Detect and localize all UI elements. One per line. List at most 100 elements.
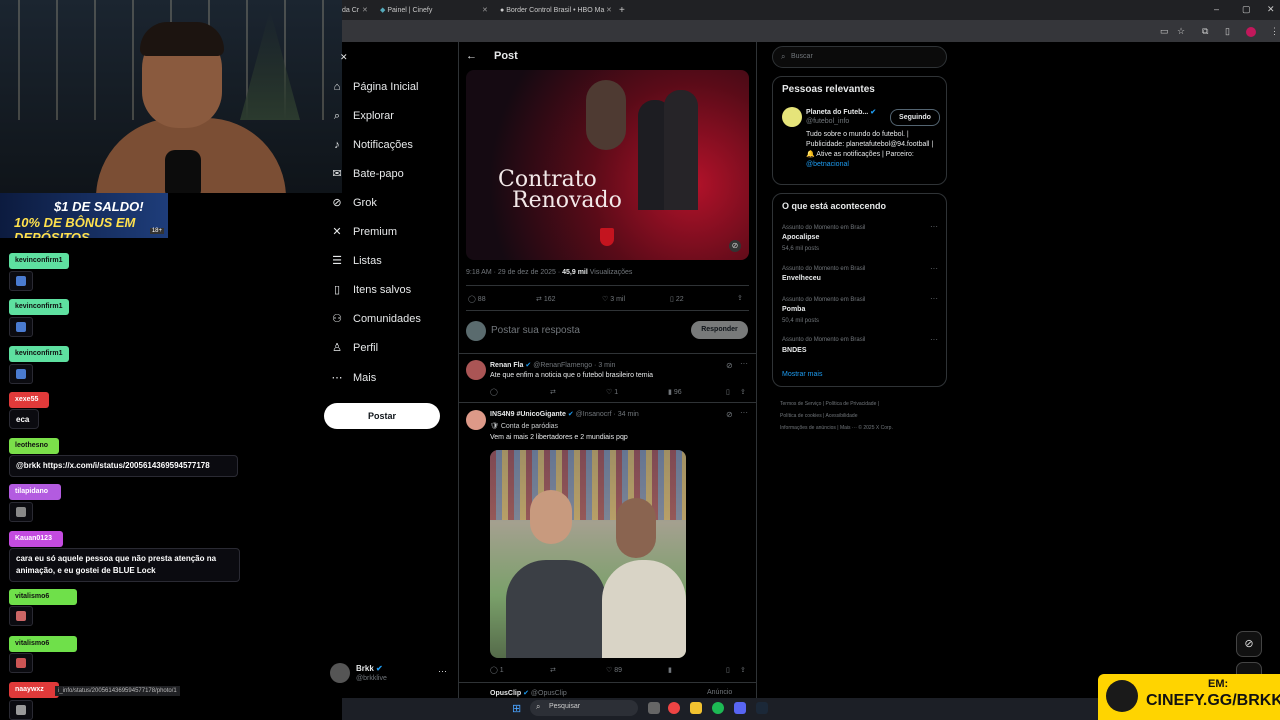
more-options-icon[interactable]: ··· (740, 408, 748, 417)
reply-image[interactable] (490, 450, 686, 658)
share-icon[interactable]: ⇪ (740, 388, 746, 396)
maximize-button[interactable]: ▢ (1242, 4, 1251, 15)
like-action[interactable]: ♡ 1 (606, 388, 618, 396)
like-action[interactable]: ♡ 89 (606, 666, 622, 674)
reply-button[interactable]: Responder (691, 321, 748, 339)
nav-item-home[interactable]: ⌂ Página Inicial (330, 77, 419, 97)
sidebar-icon[interactable]: ▯ (1225, 26, 1230, 37)
nav-item-communities[interactable]: ⚇ Comunidades (330, 309, 421, 329)
tab-close-icon[interactable]: ✕ (482, 3, 490, 18)
nav-item-premium[interactable]: ✕ Premium (330, 222, 397, 242)
more-options-icon[interactable]: ··· (930, 264, 938, 273)
account-handle: @brkklive (356, 675, 387, 682)
footer-link[interactable]: Política de cookies (780, 413, 822, 419)
nav-item-explore[interactable]: ⌕ Explorar (330, 106, 394, 126)
discord-icon[interactable] (734, 702, 746, 714)
footer-link[interactable]: Acessibilidade (826, 413, 858, 419)
reply-action[interactable]: ◯ 88 (468, 295, 486, 303)
nav-item-more[interactable]: ⋯ Mais (330, 368, 377, 388)
trend-title[interactable]: BNDES (782, 347, 807, 354)
reply-author[interactable]: INS4N9 #UnicoGigante ✔ @Insanocrf · 34 m… (490, 410, 639, 418)
bookmark-icon[interactable]: ▯ (726, 388, 730, 396)
more-options-icon[interactable]: ··· (930, 335, 938, 344)
photo-person (586, 80, 626, 150)
nav-item-lists[interactable]: ☰ Listas (330, 251, 382, 271)
more-options-icon[interactable]: ··· (930, 294, 938, 303)
footer-link[interactable]: Termos de Serviço (780, 401, 821, 407)
close-window-button[interactable]: ✕ (1267, 4, 1275, 15)
grok-image-icon[interactable]: ⊘ (729, 240, 741, 252)
views-icon[interactable]: ▮ (668, 666, 672, 674)
windows-start-icon[interactable]: ⊞ (512, 702, 521, 715)
reply-input[interactable]: Postar sua resposta (491, 325, 580, 336)
taskbar-search[interactable]: ⌕ Pesquisar (530, 700, 638, 716)
spotify-icon[interactable] (712, 702, 724, 714)
extensions-icon[interactable]: ⧉ (1202, 26, 1208, 37)
footer-link[interactable]: Mais ··· (840, 425, 857, 431)
nav-label: Itens salvos (353, 284, 412, 296)
footer-link[interactable]: Política de Privacidade (825, 401, 876, 407)
tab-close-icon[interactable]: ✕ (606, 3, 614, 18)
chrome-icon[interactable] (668, 702, 680, 714)
views-action[interactable]: ▮ 96 (668, 388, 682, 396)
task-view-icon[interactable] (648, 702, 660, 714)
browser-tab[interactable]: da Cr (342, 3, 364, 18)
more-options-icon[interactable]: ··· (930, 222, 938, 231)
reply-author[interactable]: OpusClip ✔ @OpusClip (490, 689, 567, 697)
avatar (466, 321, 486, 341)
x-logo-icon[interactable]: ✕ (340, 52, 348, 63)
footer-link[interactable]: Informações de anúncios (780, 425, 836, 431)
new-tab-button[interactable]: + (619, 3, 629, 18)
post-button[interactable]: Postar (324, 403, 440, 429)
repost-action[interactable]: ⇄ 162 (536, 295, 556, 303)
repost-icon[interactable]: ⇄ (550, 388, 556, 396)
nav-item-notifications[interactable]: ♪ Notificações (330, 135, 413, 155)
bio-link[interactable]: @betnacional (806, 161, 849, 168)
avatar[interactable] (782, 107, 802, 127)
browser-tab-bar: da Cr ✕ ◆ Painel | Cinefy ✕ ● Border Con… (342, 0, 1280, 20)
browser-tab[interactable]: ◆ Painel | Cinefy (380, 3, 480, 18)
trend-title[interactable]: Envelheceu (782, 275, 821, 282)
following-button[interactable]: Seguindo (890, 109, 940, 126)
more-options-icon[interactable]: ··· (740, 359, 748, 368)
ad-label: Anúncio (707, 689, 733, 696)
bookmark-action[interactable]: ▯ 22 (670, 295, 684, 303)
nav-item-bookmarks[interactable]: ▯ Itens salvos (330, 280, 411, 300)
search-input[interactable]: ⌕ Buscar (772, 46, 947, 68)
avatar[interactable] (466, 360, 486, 380)
avatar[interactable] (466, 410, 486, 430)
star-icon[interactable]: ☆ (1177, 26, 1185, 37)
author-name: INS4N9 #UnicoGigante (490, 411, 566, 418)
avatar[interactable] (330, 663, 350, 683)
trend-title[interactable]: Pomba (782, 306, 805, 313)
menu-kebab-icon[interactable]: ⋮ (1270, 26, 1279, 37)
account-more-icon[interactable]: ··· (438, 666, 447, 676)
nav-item-grok[interactable]: ⊘ Grok (330, 193, 376, 213)
grok-fab-icon[interactable]: ⊘ (1236, 631, 1262, 657)
back-arrow-icon[interactable]: ← (466, 50, 477, 62)
trend-title[interactable]: Apocalipse (782, 234, 819, 241)
steam-icon[interactable] (756, 702, 768, 714)
browser-tab[interactable]: ● Border Control Brasil • HBO Ma (500, 3, 620, 18)
share-icon[interactable]: ⇪ (737, 294, 743, 302)
account-name[interactable]: Brkk ✔ (356, 664, 383, 673)
grok-icon[interactable]: ⊘ (726, 361, 733, 370)
minimize-button[interactable]: – (1214, 4, 1219, 14)
reply-author[interactable]: Renan Fla ✔ @RenanFlamengo · 3 min (490, 361, 615, 369)
bookmark-icon[interactable]: ▯ (726, 666, 730, 674)
file-explorer-icon[interactable] (690, 702, 702, 714)
profile-avatar-icon[interactable] (1246, 27, 1256, 37)
nav-item-profile[interactable]: ♙ Perfil (330, 338, 378, 358)
reply-action[interactable]: ◯ 1 (490, 666, 504, 674)
repost-icon[interactable]: ⇄ (550, 666, 556, 674)
person-name[interactable]: Planeta do Futeb... ✔ (806, 108, 876, 116)
show-more-link[interactable]: Mostrar mais (782, 371, 822, 378)
like-action[interactable]: ♡ 3 mil (602, 295, 625, 303)
grok-icon[interactable]: ⊘ (726, 410, 733, 419)
cast-icon[interactable]: ▭ (1160, 26, 1169, 37)
share-icon[interactable]: ⇪ (740, 666, 746, 674)
tab-close-icon[interactable]: ✕ (362, 3, 368, 18)
nav-item-chat[interactable]: ✉ Bate-papo (330, 164, 403, 184)
post-image[interactable]: Contrato Renovado ⊘ (466, 70, 749, 260)
reply-icon[interactable]: ◯ (490, 388, 498, 396)
